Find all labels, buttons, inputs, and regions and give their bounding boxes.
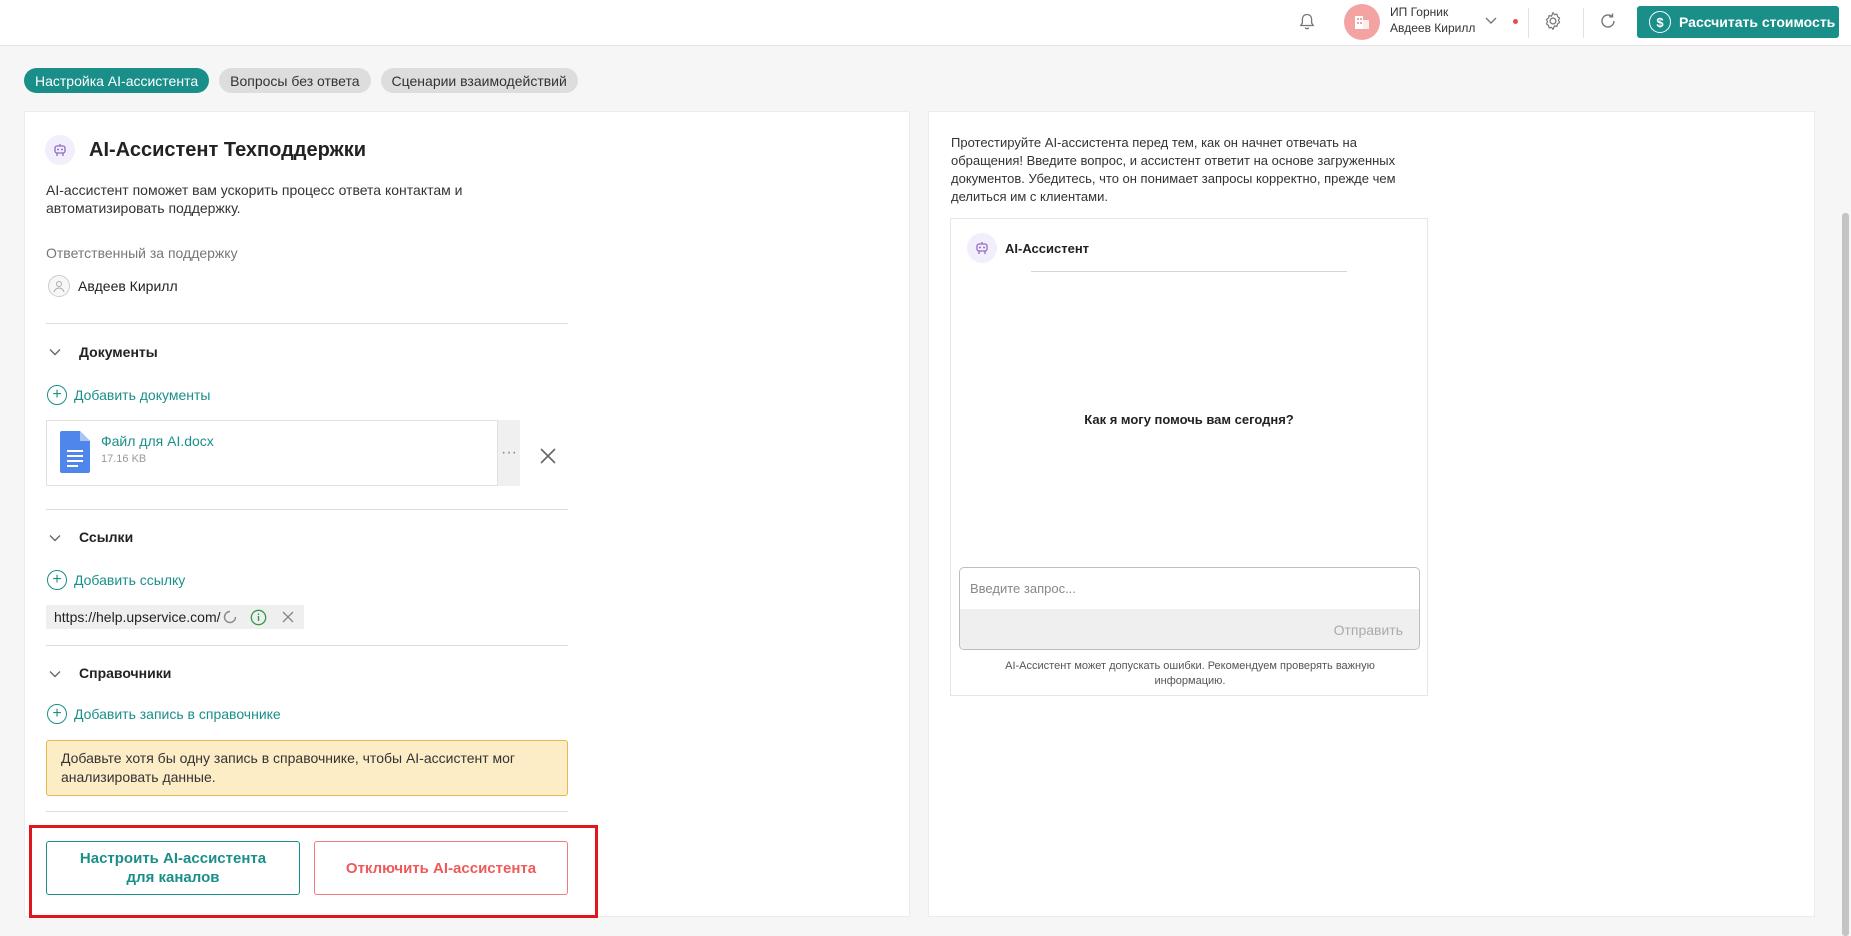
divider [46,645,568,646]
responsible-name: Авдеев Кирилл [78,278,178,294]
chevron-down-icon[interactable] [48,666,62,682]
chevron-down-icon[interactable] [48,344,62,360]
chat-title: AI-Ассистент [1005,241,1090,256]
more-options-button[interactable]: ··· [497,420,520,486]
document-name[interactable]: Файл для AI.docx [101,433,214,449]
link-url[interactable]: https://help.upservice.com/ [54,609,221,625]
scrollbar[interactable] [1842,213,1849,936]
bell-icon[interactable] [1296,10,1318,34]
calculate-cost-button[interactable]: $ Рассчитать стоимость [1637,6,1839,38]
divider [1583,8,1584,38]
links-section-title[interactable]: Ссылки [79,529,133,545]
loading-icon [222,609,238,628]
tab-ai-settings[interactable]: Настройка AI-ассистента [24,68,210,93]
divider [1528,8,1529,38]
dollar-icon: $ [1649,11,1671,33]
chevron-down-icon[interactable] [1484,12,1498,28]
refresh-icon[interactable] [1597,10,1619,35]
add-link-label: Добавить ссылку [74,572,186,588]
responsible-label: Ответственный за поддержку [46,245,238,261]
add-directory-entry-button[interactable]: + Добавить запись в справочнике [47,704,281,724]
plus-circle-icon: + [47,385,67,405]
user-name: Авдеев Кирилл [1390,21,1476,35]
assistant-description: AI-ассистент поможет вам ускорить процес… [46,182,463,216]
chat-greeting: Как я могу помочь вам сегодня? [1084,412,1294,427]
assistant-title: AI-Ассистент Техподдержки [89,139,367,161]
document-size: 17.16 KB [101,453,147,465]
warning-message: Добавьте хотя бы одну запись в справочни… [46,740,568,796]
company-name: ИП Горник [1390,5,1449,19]
plus-circle-icon: + [47,704,67,724]
add-documents-button[interactable]: + Добавить документы [47,385,210,405]
test-intro: Протестируйте AI-ассистента перед тем, к… [951,135,1396,204]
add-directory-entry-label: Добавить запись в справочнике [74,706,281,722]
chat-query-input[interactable]: Введите запрос... Отправить [959,567,1420,650]
chevron-down-icon[interactable] [48,530,62,546]
user-info[interactable]: ИП Горник Авдеев Кирилл [1390,4,1475,36]
tab-unanswered-questions[interactable]: Вопросы без ответа [219,68,371,93]
directories-section-title[interactable]: Справочники [79,665,171,681]
chat-disclaimer: AI-Ассистент может допускать ошибки. Рек… [1005,660,1375,687]
add-documents-label: Добавить документы [74,387,211,403]
close-icon[interactable] [538,446,558,469]
send-button[interactable]: Отправить [1334,622,1403,638]
close-icon[interactable] [281,610,295,627]
divider [46,323,568,324]
disable-assistant-button[interactable]: Отключить AI-ассистента [314,841,568,895]
chat-input-placeholder: Введите запрос... [970,581,1076,596]
tab-interaction-scenarios[interactable]: Сценарии взаимодействий [380,68,578,93]
plus-circle-icon: + [47,570,67,590]
gear-icon[interactable] [1542,10,1564,35]
documents-section-title[interactable]: Документы [79,344,158,360]
notification-dot [1513,19,1518,24]
top-bar: ИП Горник Авдеев Кирилл $ Рассчитать сто… [0,0,1851,46]
configure-channels-button[interactable]: Настроить AI-ассистента для каналов [46,841,300,895]
robot-icon [967,233,997,263]
divider [1031,271,1347,272]
add-link-button[interactable]: + Добавить ссылку [47,570,185,590]
robot-icon [45,135,75,165]
document-file-icon [60,431,90,476]
avatar [48,275,70,297]
divider [46,811,568,812]
divider [46,509,568,510]
company-avatar[interactable] [1344,4,1380,40]
info-icon[interactable] [250,609,267,629]
tabs: Настройка AI-ассистента Вопросы без отве… [24,68,578,93]
calculate-cost-label: Рассчитать стоимость [1679,14,1836,30]
assistant-settings-card [24,111,910,917]
